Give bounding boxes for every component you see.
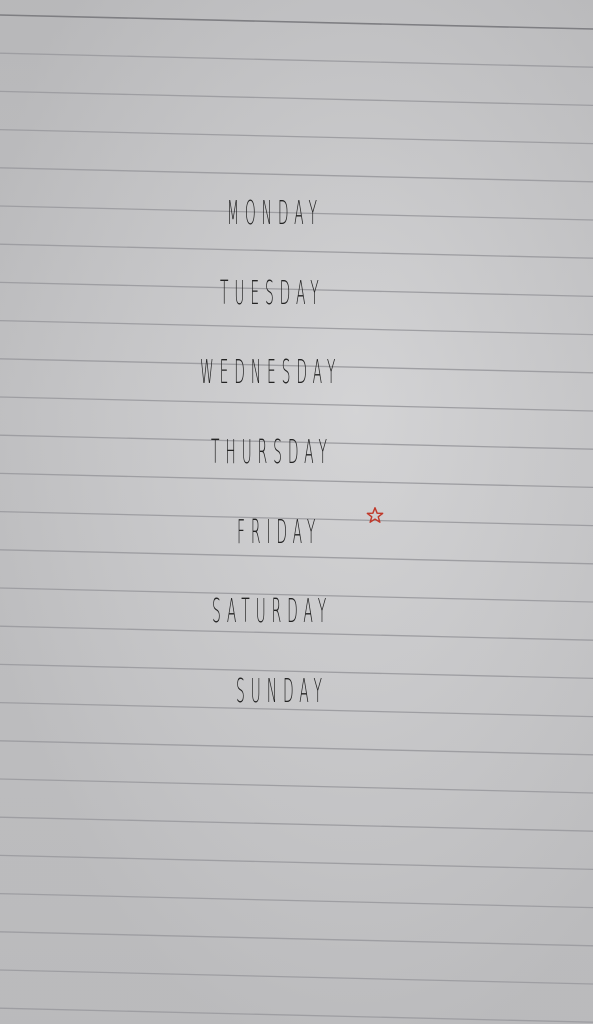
day-label-tuesday: TUESDAY: [220, 273, 325, 312]
day-label-sunday: SUNDAY: [236, 671, 328, 710]
hand-drawn-star-icon: [366, 507, 384, 523]
day-label-friday: FRIDAY: [237, 512, 322, 551]
weekday-list: MONDAY TUESDAY WEDNESDAY THURSDAY FRIDAY…: [0, 0, 593, 1024]
day-label-saturday: SATURDAY: [212, 591, 333, 630]
day-label-monday: MONDAY: [227, 193, 323, 232]
day-label-wednesday: WEDNESDAY: [200, 352, 342, 391]
day-label-thursday: THURSDAY: [211, 432, 333, 471]
